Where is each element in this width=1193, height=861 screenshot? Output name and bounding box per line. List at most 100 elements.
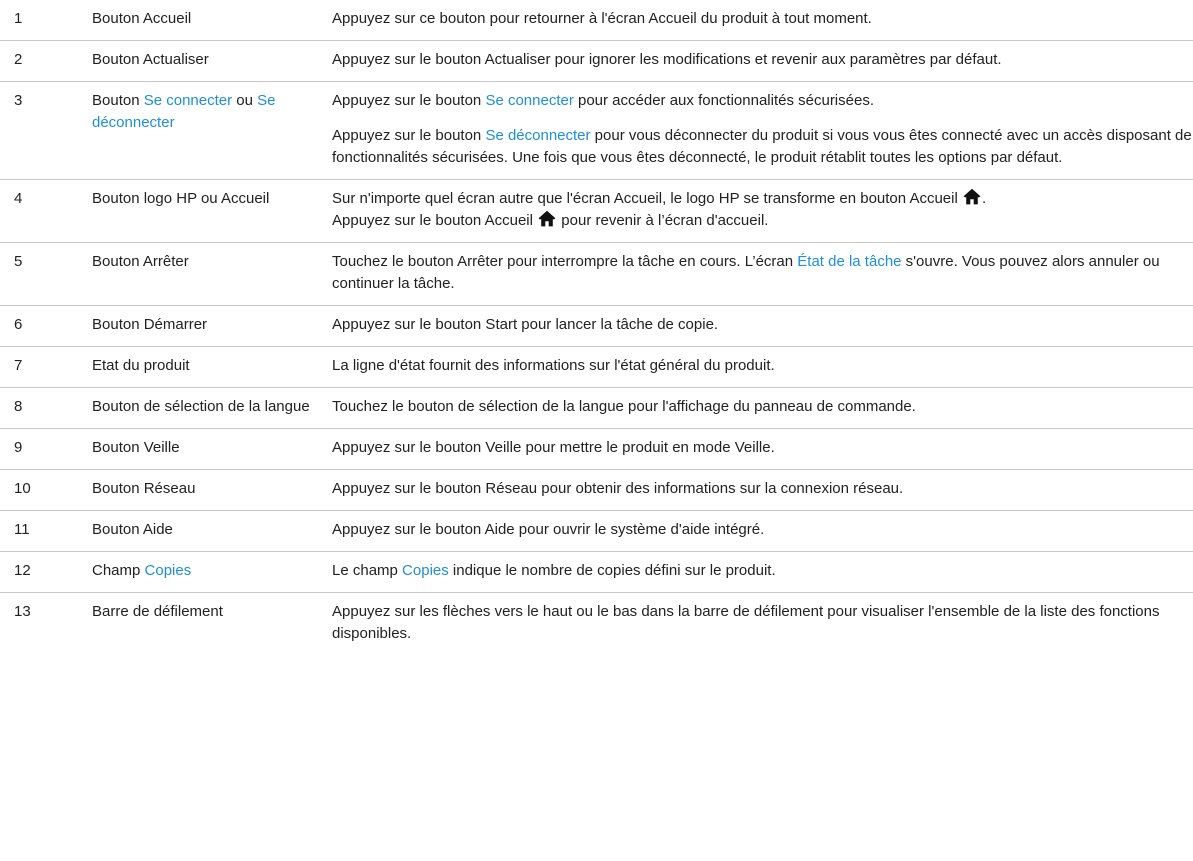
description-paragraph: Touchez le bouton Arrêter pour interromp… xyxy=(332,251,1193,295)
table-row: 4 Bouton logo HP ou Accueil Sur n'importe … xyxy=(0,179,1193,243)
text-run: pour revenir à l’écran d'accueil. xyxy=(557,212,769,229)
row-number: 4 xyxy=(0,179,92,243)
table-row: 10 Bouton Réseau Appuyez sur le bouton Rés… xyxy=(0,469,1193,511)
text-run: Bouton Accueil xyxy=(92,10,192,27)
text-run: Appuyez sur ce bouton pour retourner à l… xyxy=(332,10,872,27)
description-body: Appuyez sur les flèches vers le haut ou … xyxy=(332,593,1193,655)
item-description: Le champ Copies indique le nombre de cop… xyxy=(332,551,1193,593)
description-paragraph: Appuyez sur le bouton Start pour lancer … xyxy=(332,314,1193,336)
link-text[interactable]: Se connecter xyxy=(144,92,232,109)
row-number-text: 13 xyxy=(14,603,31,620)
link-text[interactable]: Se connecter xyxy=(485,92,573,109)
row-number-text: 4 xyxy=(14,190,23,207)
description-paragraph: Appuyez sur le bouton Aide pour ouvrir l… xyxy=(332,519,1193,541)
description-paragraph: Appuyez sur le bouton Se déconnecter pou… xyxy=(332,125,1193,169)
text-run: Bouton Veille xyxy=(92,439,180,456)
item-description: Appuyez sur le bouton Actualiser pour ig… xyxy=(332,40,1193,82)
item-description: Appuyez sur le bouton Aide pour ouvrir l… xyxy=(332,510,1193,552)
description-body: Appuyez sur le bouton Veille pour mettre… xyxy=(332,429,1193,469)
description-paragraph: Touchez le bouton de sélection de la lan… xyxy=(332,396,1193,418)
text-run: Sur n'importe quel écran autre que l'écr… xyxy=(332,190,962,207)
item-name-text: Bouton Aide xyxy=(92,511,332,551)
description-body: Touchez le bouton de sélection de la lan… xyxy=(332,388,1193,428)
text-run: Champ xyxy=(92,562,145,579)
text-run: La ligne d'état fournit des informations… xyxy=(332,357,775,374)
item-name: Bouton Réseau xyxy=(92,469,332,511)
item-name-text: Champ Copies xyxy=(92,552,332,592)
text-run: Bouton Actualiser xyxy=(92,51,209,68)
table-row: 8 Bouton de sélection de la langue Touchez… xyxy=(0,387,1193,429)
row-number: 12 xyxy=(0,551,92,593)
description-body: Appuyez sur le bouton Se connecter pour … xyxy=(332,82,1193,179)
home-icon xyxy=(963,188,981,205)
description-body: Appuyez sur ce bouton pour retourner à l… xyxy=(332,0,1193,40)
table-body: 1 Bouton Accueil Appuyez sur ce bouton pou… xyxy=(0,0,1193,655)
description-body: Appuyez sur le bouton Actualiser pour ig… xyxy=(332,41,1193,81)
row-number-text: 2 xyxy=(14,51,23,68)
text-run: Bouton de sélection de la langue xyxy=(92,398,310,415)
row-number: 11 xyxy=(0,510,92,552)
text-run: indique le nombre de copies défini sur l… xyxy=(448,562,776,579)
item-description: Touchez le bouton Arrêter pour interromp… xyxy=(332,242,1193,306)
text-run: ou xyxy=(232,92,258,109)
link-text[interactable]: Copies xyxy=(145,562,192,579)
description-paragraph: Sur n'importe quel écran autre que l'écr… xyxy=(332,188,1193,232)
item-name: Bouton Aide xyxy=(92,510,332,552)
description-body: Appuyez sur le bouton Réseau pour obteni… xyxy=(332,470,1193,510)
description-paragraph: Appuyez sur les flèches vers le haut ou … xyxy=(332,601,1193,645)
text-run: Le champ xyxy=(332,562,403,579)
table-row: 12 Champ Copies Le champ Copies indique le… xyxy=(0,551,1193,593)
item-description: Appuyez sur les flèches vers le haut ou … xyxy=(332,592,1193,655)
item-description: Appuyez sur le bouton Se connecter pour … xyxy=(332,81,1193,180)
link-text[interactable]: Copies xyxy=(402,562,449,579)
row-number-text: 10 xyxy=(14,480,31,497)
item-description: Appuyez sur ce bouton pour retourner à l… xyxy=(332,0,1193,41)
table-row: 11 Bouton Aide Appuyez sur le bouton Aide … xyxy=(0,510,1193,552)
description-body: Sur n'importe quel écran autre que l'écr… xyxy=(332,180,1193,242)
text-run: Appuyez sur le bouton xyxy=(332,92,486,109)
table-row: 9 Bouton Veille Appuyez sur le bouton Veil… xyxy=(0,428,1193,470)
row-number-text: 6 xyxy=(14,316,23,333)
control-panel-table: 1 Bouton Accueil Appuyez sur ce bouton pou… xyxy=(0,0,1193,655)
home-icon xyxy=(538,210,556,227)
item-name: Bouton Actualiser xyxy=(92,40,332,82)
row-number-text: 11 xyxy=(14,521,30,538)
row-number: 10 xyxy=(0,469,92,511)
text-run: Touchez le bouton Arrêter pour interromp… xyxy=(332,253,798,270)
text-run: Barre de défilement xyxy=(92,603,223,620)
text-run: Bouton logo HP ou Accueil xyxy=(92,190,270,207)
description-paragraph: Appuyez sur ce bouton pour retourner à l… xyxy=(332,8,1193,30)
description-body: Appuyez sur le bouton Start pour lancer … xyxy=(332,306,1193,346)
item-name-text: Barre de défilement xyxy=(92,593,332,633)
row-number-text: 12 xyxy=(14,562,31,579)
item-description: La ligne d'état fournit des informations… xyxy=(332,346,1193,388)
text-run: Appuyez sur le bouton Accueil xyxy=(332,212,538,229)
text-run: Appuyez sur le bouton xyxy=(332,127,486,144)
description-body: Appuyez sur le bouton Aide pour ouvrir l… xyxy=(332,511,1193,551)
item-name: Bouton Arrêter xyxy=(92,242,332,306)
row-number: 2 xyxy=(0,40,92,82)
description-paragraph: La ligne d'état fournit des informations… xyxy=(332,355,1193,377)
table-row: 13 Barre de défilement Appuyez sur les flè… xyxy=(0,592,1193,655)
item-name: Bouton Accueil xyxy=(92,0,332,41)
text-run: Bouton Arrêter xyxy=(92,253,189,270)
description-paragraph: Appuyez sur le bouton Veille pour mettre… xyxy=(332,437,1193,459)
item-name-text: Bouton Démarrer xyxy=(92,306,332,346)
item-name-text: Bouton Veille xyxy=(92,429,332,469)
row-number: 1 xyxy=(0,0,92,41)
table-row: 2 Bouton Actualiser Appuyez sur le bouton … xyxy=(0,40,1193,82)
row-number: 7 xyxy=(0,346,92,388)
table-row: 5 Bouton Arrêter Touchez le bouton Arrêter… xyxy=(0,242,1193,306)
item-description: Touchez le bouton de sélection de la lan… xyxy=(332,387,1193,429)
text-run: Bouton xyxy=(92,92,144,109)
item-description: Appuyez sur le bouton Start pour lancer … xyxy=(332,305,1193,347)
description-body: Touchez le bouton Arrêter pour interromp… xyxy=(332,243,1193,305)
description-body: Le champ Copies indique le nombre de cop… xyxy=(332,552,1193,592)
item-name-text: Bouton de sélection de la langue xyxy=(92,388,332,428)
link-text[interactable]: Se déconnecter xyxy=(485,127,590,144)
link-text[interactable]: État de la tâche xyxy=(797,253,901,270)
item-name: Champ Copies xyxy=(92,551,332,593)
item-description: Appuyez sur le bouton Veille pour mettre… xyxy=(332,428,1193,470)
text-run: Bouton Démarrer xyxy=(92,316,208,333)
row-number-text: 9 xyxy=(14,439,23,456)
